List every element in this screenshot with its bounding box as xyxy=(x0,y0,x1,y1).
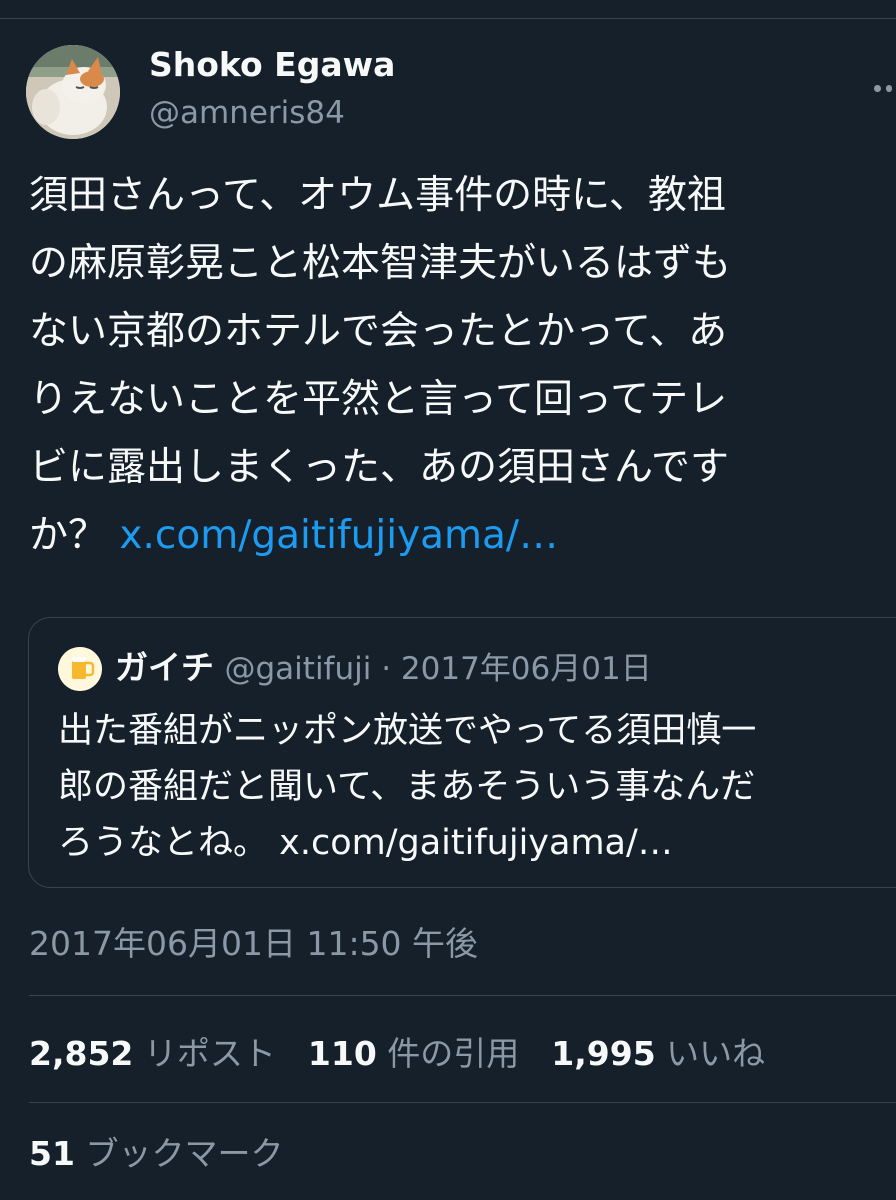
quote-line: ろうなとね。 x.com/gaitifujiyama/… xyxy=(58,823,673,863)
quotes-label: 件の引用 xyxy=(387,1034,520,1073)
tweet-line-prefix: か？ xyxy=(29,513,108,558)
tweet-line-last: か？ x.com/gaitifujiyama/… xyxy=(29,502,896,570)
beer-mug-icon xyxy=(58,647,102,691)
tweet-line: ビに露出しまくった、あの須田さんです xyxy=(29,445,730,490)
quote-line: 郎の番組だと聞いて、まあそういう事なんだ xyxy=(58,767,756,807)
author-avatar[interactable] xyxy=(26,45,120,139)
bookmarks-count: 51 xyxy=(29,1134,75,1173)
quoted-tweet-card[interactable]: ガイチ @gaitifuji · 2017年06月01日 出た番組がニッポン放送… xyxy=(28,617,896,888)
tweet-line: の麻原彰晃こと松本智津夫がいるはずも xyxy=(29,241,732,286)
bookmarks-label: ブックマーク xyxy=(85,1134,284,1173)
cat-photo-avatar-icon xyxy=(26,45,120,139)
quote-header: ガイチ @gaitifuji · 2017年06月01日 xyxy=(115,646,652,691)
reposts-stat[interactable]: 2,852 リポスト xyxy=(29,1027,276,1075)
more-horizontal-icon[interactable] xyxy=(874,76,896,100)
quote-avatar[interactable] xyxy=(58,647,102,691)
likes-count: 1,995 xyxy=(551,1034,656,1073)
author-handle[interactable]: @amneris84 xyxy=(149,95,345,131)
tweet-timestamp[interactable]: 2017年06月01日 11:50 午後 xyxy=(29,917,478,965)
engagement-stats: 2,852 リポスト 110 件の引用 1,995 いいね xyxy=(29,1027,765,1075)
bookmarks-stat[interactable]: 51 ブックマーク xyxy=(29,1127,283,1175)
tweet-text: 須田さんって、オウム事件の時に、教祖 の麻原彰晃こと松本智津夫がいるはずも ない京都… xyxy=(29,162,896,570)
quote-meta: @gaitifuji · 2017年06月01日 xyxy=(224,651,652,687)
tweet-line: ない京都のホテルで会ったとかって、あ xyxy=(29,309,728,354)
reposts-label: リポスト xyxy=(143,1034,276,1073)
likes-label: いいね xyxy=(666,1034,766,1073)
divider xyxy=(29,1102,896,1103)
tweet-line: 須田さんって、オウム事件の時に、教祖 xyxy=(29,173,726,218)
reposts-count: 2,852 xyxy=(29,1034,134,1073)
top-divider xyxy=(0,18,896,19)
quote-text: 出た番組がニッポン放送でやってる須田慎一 郎の番組だと聞いて、まあそういう事なんだ… xyxy=(58,703,896,871)
author-name[interactable]: Shoko Egawa xyxy=(149,45,395,84)
likes-stat[interactable]: 1,995 いいね xyxy=(551,1027,765,1075)
tweet-line: りえないことを平然と言って回ってテレ xyxy=(29,377,728,422)
tweet-link[interactable]: x.com/gaitifujiyama/… xyxy=(119,513,558,558)
quotes-count: 110 xyxy=(307,1034,377,1073)
quotes-stat[interactable]: 110 件の引用 xyxy=(308,1027,519,1075)
divider xyxy=(29,995,896,996)
quote-author-name[interactable]: ガイチ xyxy=(115,648,214,687)
quote-line: 出た番組がニッポン放送でやってる須田慎一 xyxy=(58,711,757,751)
